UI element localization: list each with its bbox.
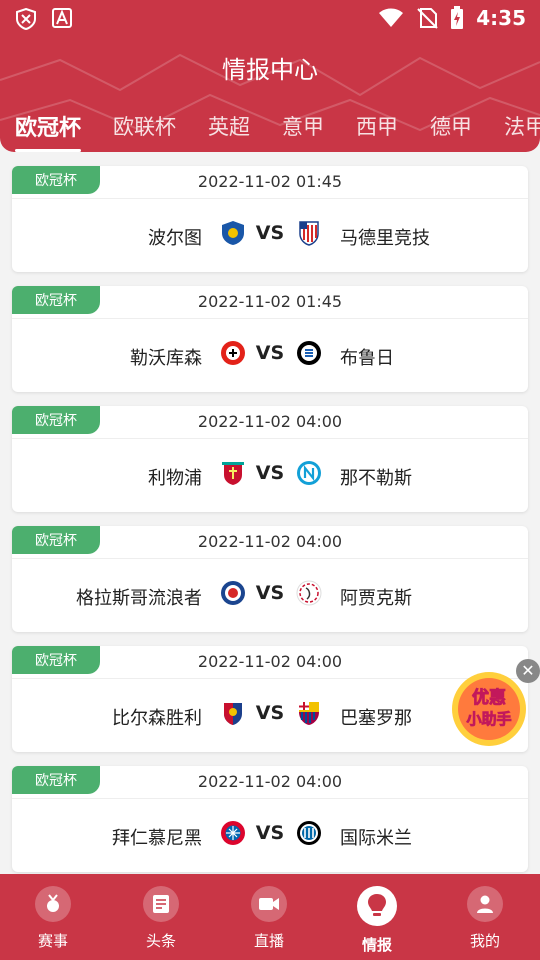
inter-crest-icon [297, 821, 321, 845]
match-datetime: 2022-11-02 04:00 [197, 412, 343, 431]
nav-label: 情报 [361, 936, 392, 954]
brugge-crest-icon [297, 341, 321, 365]
divider [12, 438, 528, 439]
away-team: 布鲁日 [340, 348, 394, 369]
match-datetime: 2022-11-02 01:45 [197, 292, 343, 311]
tab-la-liga[interactable]: 西甲 [356, 111, 398, 141]
ajax-crest-icon [296, 580, 322, 606]
league-tabs: 欧冠杯 欧联杯 英超 意甲 西甲 德甲 法甲 [0, 104, 540, 152]
atletico-crest-icon [299, 221, 319, 246]
match-card[interactable]: 欧冠杯 2022-11-02 01:45 波尔图 VS 马德里竞技 [12, 166, 528, 272]
nav-live[interactable]: 直播 [229, 886, 309, 951]
match-datetime: 2022-11-02 04:00 [197, 772, 343, 791]
match-datetime: 2022-11-02 04:00 [197, 652, 343, 671]
nav-intel[interactable]: 情报 [337, 886, 417, 955]
medal-icon [35, 886, 71, 922]
nav-label: 头条 [145, 932, 176, 950]
away-team: 马德里竞技 [340, 228, 430, 249]
vs-label: VS [255, 462, 285, 484]
promo-line1: 优惠 [472, 687, 506, 708]
barcelona-crest-icon [299, 702, 319, 725]
clock-time: 4:35 [476, 6, 526, 30]
nav-profile[interactable]: 我的 [445, 886, 525, 951]
match-datetime: 2022-11-02 04:00 [197, 532, 343, 551]
promo-line2: 小助手 [466, 710, 511, 728]
divider [12, 798, 528, 799]
status-bar: 4:35 [0, 0, 540, 36]
divider [12, 198, 528, 199]
tab-epl[interactable]: 英超 [208, 111, 250, 141]
match-card[interactable]: 欧冠杯 2022-11-02 04:00 利物浦 VS 那不勒斯 [12, 406, 528, 512]
vs-label: VS [255, 342, 285, 364]
tab-bundesliga[interactable]: 德甲 [430, 111, 472, 141]
match-list: 欧冠杯 2022-11-02 01:45 波尔图 VS 马德里竞技 欧冠杯 20… [12, 166, 528, 886]
match-card[interactable]: 欧冠杯 2022-11-02 04:00 格拉斯哥流浪者 VS 阿贾克斯 [12, 526, 528, 632]
tab-serie-a[interactable]: 意甲 [282, 111, 324, 141]
napoli-crest-icon [297, 461, 321, 485]
app-notification-icon [52, 8, 72, 28]
header: 4:35 情报中心 欧冠杯 欧联杯 英超 意甲 西甲 德甲 法甲 [0, 0, 540, 152]
bottom-nav: 赛事 头条 直播 情报 我的 [0, 874, 540, 960]
user-icon [467, 886, 503, 922]
away-team: 国际米兰 [340, 828, 412, 849]
no-sim-icon [417, 8, 438, 29]
battery-charging-icon [451, 6, 464, 29]
vs-label: VS [255, 222, 285, 244]
away-team: 那不勒斯 [340, 468, 412, 489]
wifi-icon [379, 8, 404, 27]
tab-uel[interactable]: 欧联杯 [113, 111, 176, 141]
page-title: 情报中心 [222, 56, 318, 84]
promo-assistant-button[interactable]: 优惠 小助手 [450, 670, 528, 748]
vs-label: VS [255, 822, 285, 844]
nav-headlines[interactable]: 头条 [121, 886, 201, 951]
news-icon [143, 886, 179, 922]
vs-label: VS [255, 582, 285, 604]
bulb-icon [357, 886, 397, 926]
match-card[interactable]: 欧冠杯 2022-11-02 01:45 勒沃库森 VS 布鲁日 [12, 286, 528, 392]
divider [12, 318, 528, 319]
tab-ligue-1[interactable]: 法甲 [504, 111, 540, 141]
away-team: 阿贾克斯 [340, 588, 412, 609]
nav-label: 我的 [469, 932, 500, 950]
promo-close-button[interactable]: ✕ [516, 659, 540, 683]
nav-label: 直播 [253, 932, 284, 950]
video-icon [251, 886, 287, 922]
match-datetime: 2022-11-02 01:45 [197, 172, 343, 191]
tab-ucl[interactable]: 欧冠杯 [15, 110, 82, 152]
nav-label: 赛事 [37, 932, 68, 950]
away-team: 巴塞罗那 [340, 708, 412, 729]
divider [12, 558, 528, 559]
nav-events[interactable]: 赛事 [13, 886, 93, 951]
shield-icon [16, 8, 36, 30]
match-card[interactable]: 欧冠杯 2022-11-02 04:00 拜仁慕尼黑 VS 国际米兰 [12, 766, 528, 872]
